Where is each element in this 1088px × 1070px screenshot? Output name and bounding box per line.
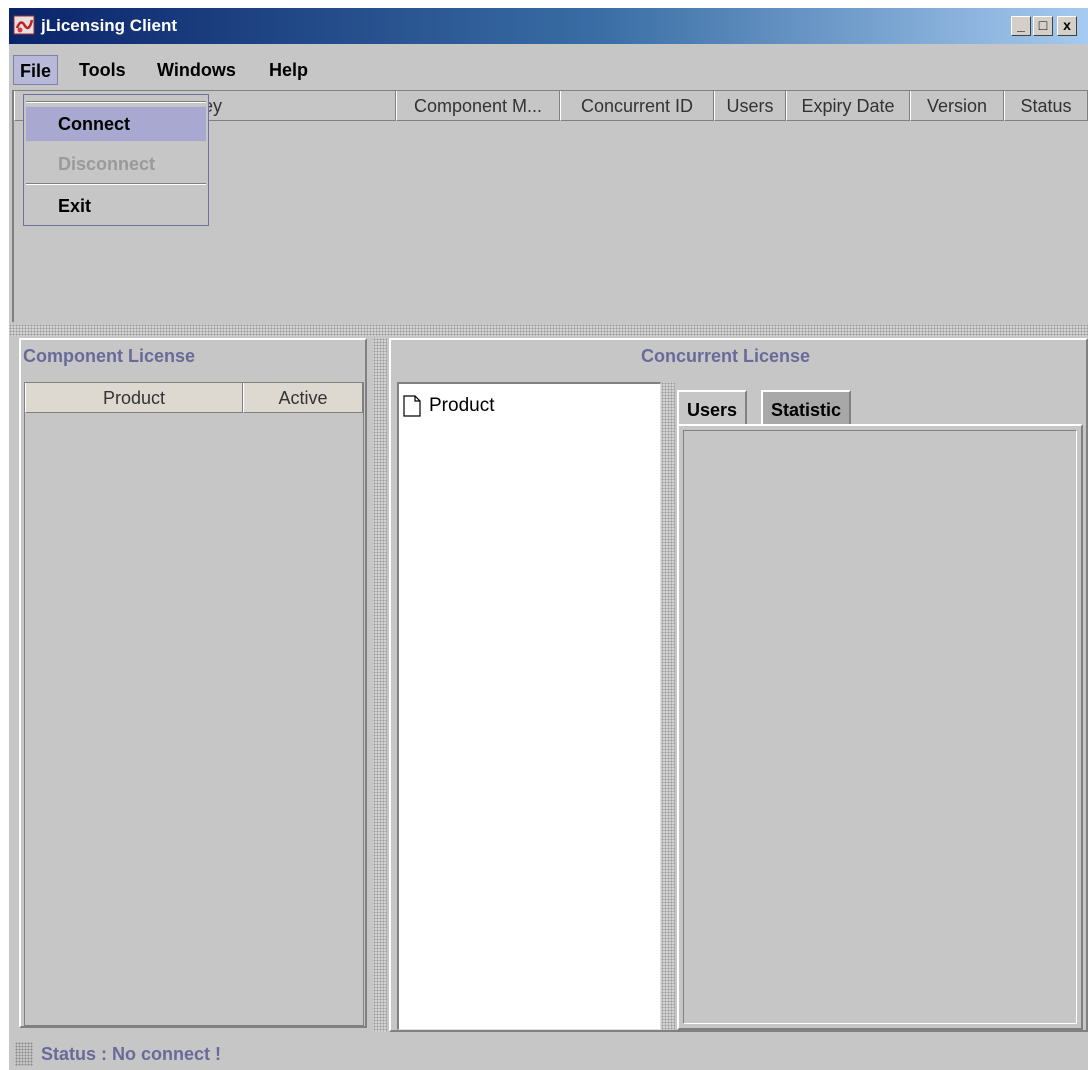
menu-file[interactable]: File <box>13 55 59 85</box>
grip-icon <box>15 1042 33 1066</box>
menu-separator <box>26 183 206 185</box>
column-header-product[interactable]: Product <box>25 383 243 413</box>
tab-users[interactable]: Users <box>677 390 748 426</box>
menu-help-label: Help <box>269 60 309 80</box>
app-icon <box>13 15 35 35</box>
menu-help[interactable]: Help <box>263 55 314 85</box>
menu-file-label: File <box>20 61 52 81</box>
tree-splitter[interactable] <box>661 382 675 1030</box>
tab-statistic[interactable]: Statistic <box>761 390 852 426</box>
vertical-splitter[interactable] <box>373 338 387 1032</box>
product-tree[interactable]: Product <box>397 382 661 1030</box>
document-icon <box>403 395 421 417</box>
column-header-active[interactable]: Active <box>243 383 363 413</box>
file-menu-dropdown: Connect Disconnect Exit <box>23 94 209 226</box>
users-tab-content <box>677 424 1083 1030</box>
window-title: jLicensing Client <box>41 16 178 35</box>
tree-node-product[interactable]: Product <box>403 394 494 418</box>
exit-menu-item[interactable]: Exit <box>26 189 206 223</box>
maximize-button[interactable]: □ <box>1033 16 1053 36</box>
title-bar[interactable]: jLicensing Client _ □ x <box>9 8 1088 44</box>
concurrent-license-title: Concurrent License <box>641 346 811 366</box>
users-tab-inner <box>683 430 1077 1024</box>
column-header-expiry-date[interactable]: Expiry Date <box>786 91 910 121</box>
menu-windows[interactable]: Windows <box>151 55 242 85</box>
menu-tools-label: Tools <box>79 60 126 80</box>
horizontal-splitter[interactable] <box>9 324 1088 336</box>
column-header-status[interactable]: Status <box>1004 91 1088 121</box>
minimize-button[interactable]: _ <box>1011 16 1031 36</box>
column-header-version[interactable]: Version <box>910 91 1004 121</box>
column-header-users[interactable]: Users <box>714 91 786 121</box>
column-header-concurrent-id[interactable]: Concurrent ID <box>560 91 714 121</box>
status-bar: Status : No connect ! <box>9 1034 1088 1070</box>
close-button[interactable]: x <box>1057 16 1077 36</box>
column-header-component[interactable]: Component M... <box>396 91 560 121</box>
menu-windows-label: Windows <box>157 60 236 80</box>
menu-tools[interactable]: Tools <box>73 55 132 85</box>
concurrent-license-panel: Concurrent License Product Users Statist… <box>389 338 1088 1032</box>
status-text: Status : No connect ! <box>41 1044 222 1064</box>
component-license-table[interactable]: Product Active <box>24 382 364 1026</box>
disconnect-menu-item[interactable]: Disconnect <box>26 147 206 181</box>
connect-menu-item[interactable]: Connect <box>26 107 206 141</box>
menu-separator <box>26 101 206 103</box>
app-window: jLicensing Client _ □ x File Tools Windo… <box>9 8 1088 1070</box>
menu-bar: File Tools Windows Help <box>9 52 1088 88</box>
component-license-panel: Component License Product Active <box>19 338 367 1028</box>
tree-node-label: Product <box>429 395 495 416</box>
component-license-title: Component License <box>23 346 196 366</box>
concurrent-tabs: Users Statistic <box>677 382 1083 1030</box>
